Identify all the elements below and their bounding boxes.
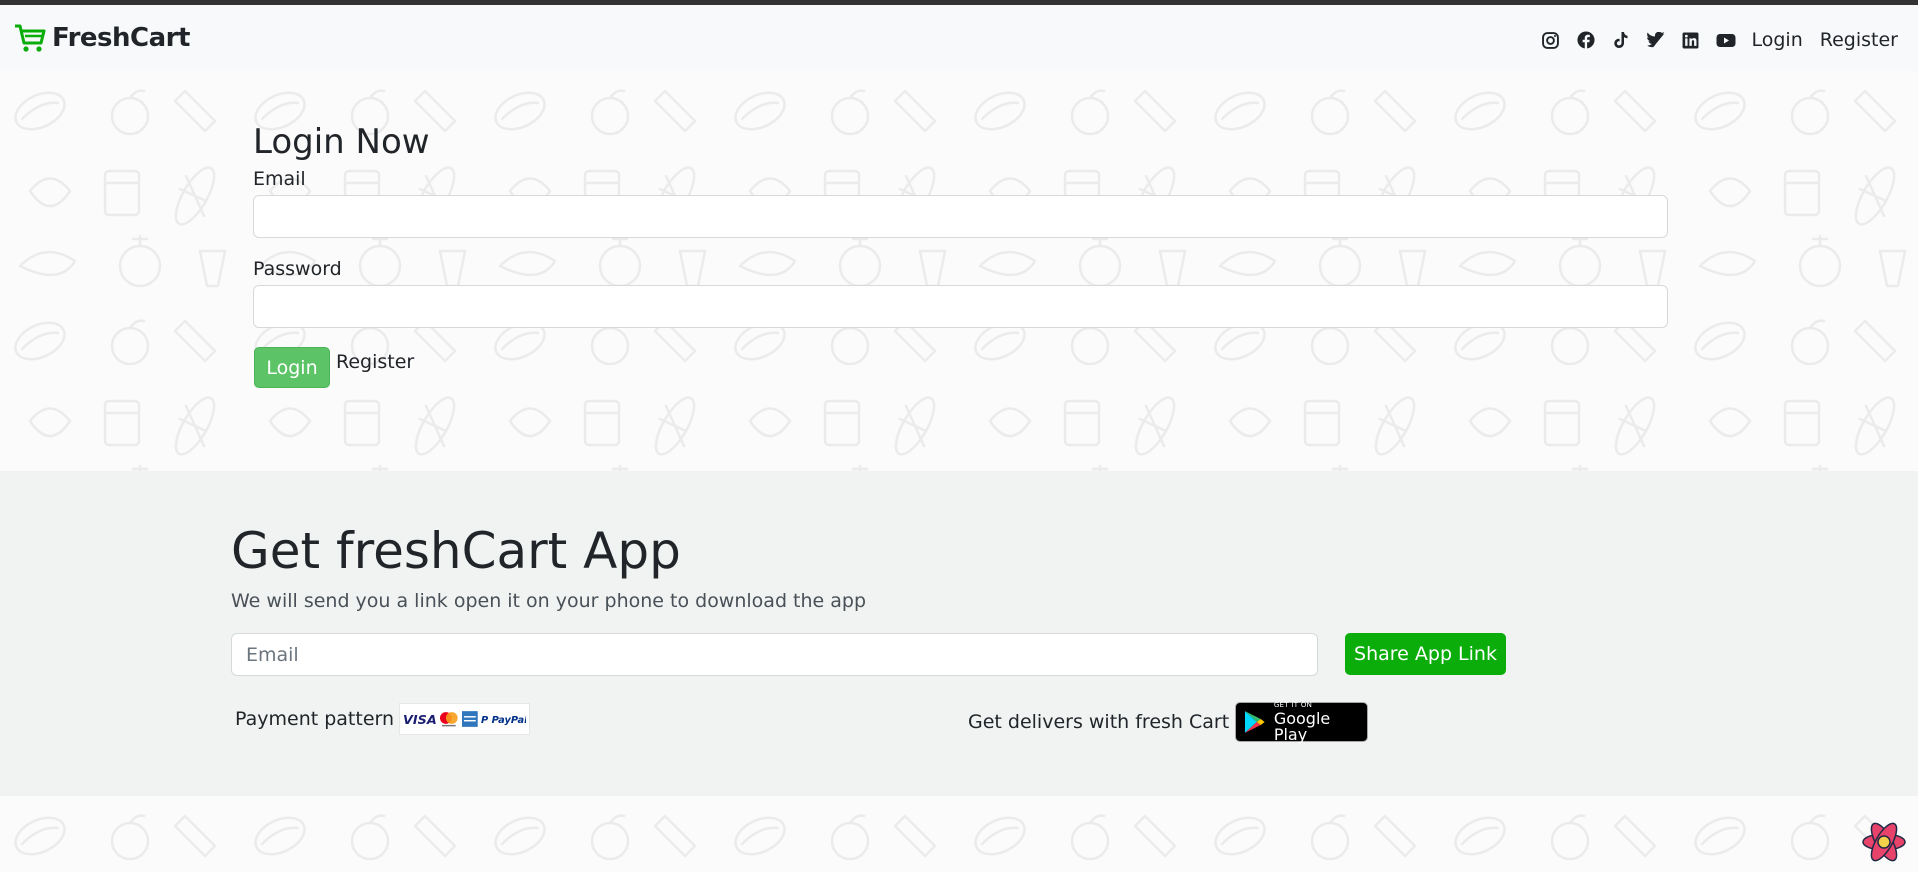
nav-register-link[interactable]: Register <box>1820 29 1898 51</box>
react-devtools-icon[interactable] <box>1860 818 1908 866</box>
delivers-label: Get delivers with fresh Cart <box>968 711 1230 733</box>
login-actions: Login Register <box>253 347 1668 388</box>
tiktok-icon[interactable] <box>1610 29 1632 51</box>
share-app-link-button[interactable]: Share App Link <box>1345 633 1506 675</box>
password-label: Password <box>253 258 342 280</box>
navbar: FreshCart Login Register <box>0 5 1918 71</box>
login-form: Login Now Email Password Login Register <box>253 120 1668 388</box>
twitter-icon[interactable] <box>1645 29 1667 51</box>
password-field[interactable] <box>253 285 1668 328</box>
grocery-pattern-background-bottom <box>0 796 1918 872</box>
register-link[interactable]: Register <box>336 351 414 373</box>
brand-name: FreshCart <box>52 23 190 53</box>
login-button[interactable]: Login <box>254 347 330 388</box>
delivers-block: Get delivers with fresh Cart GET IT ON G… <box>968 700 1369 744</box>
email-label: Email <box>253 168 306 190</box>
app-promo-title: Get freshCart App <box>231 522 681 580</box>
nav-right: Login Register <box>1540 29 1898 51</box>
youtube-icon[interactable] <box>1715 29 1737 51</box>
payment-label: Payment pattern <box>235 708 395 730</box>
app-email-input[interactable] <box>231 633 1318 676</box>
amex-logo <box>462 711 478 727</box>
svg-text:P PayPal: P PayPal <box>481 715 526 726</box>
payment-logos: VISA P PayPal <box>399 703 531 735</box>
google-play-text: GET IT ON Google Play <box>1273 700 1367 744</box>
paypal-logo: P PayPal <box>481 715 526 726</box>
facebook-icon[interactable] <box>1575 29 1597 51</box>
mastercard-logo <box>440 712 459 727</box>
google-play-big-text: Google Play <box>1273 708 1331 744</box>
google-play-small-text: GET IT ON <box>1273 700 1313 709</box>
nav-login-link[interactable]: Login <box>1752 29 1803 51</box>
app-promo-section: Get freshCart App We will send you a lin… <box>0 471 1918 796</box>
google-play-badge[interactable]: GET IT ON Google Play <box>1235 700 1369 744</box>
svg-text:VISA: VISA <box>403 713 436 726</box>
cart-icon <box>14 23 46 53</box>
login-title: Login Now <box>253 122 430 162</box>
visa-logo: VISA <box>403 713 436 726</box>
brand-logo[interactable]: FreshCart <box>14 23 190 53</box>
linkedin-icon[interactable] <box>1680 29 1702 51</box>
email-field[interactable] <box>253 195 1668 238</box>
instagram-icon[interactable] <box>1540 29 1562 51</box>
google-play-icon <box>1245 711 1265 733</box>
payment-pattern: Payment pattern VISA P PayPal <box>235 703 531 735</box>
app-promo-subtitle: We will send you a link open it on your … <box>231 590 867 612</box>
